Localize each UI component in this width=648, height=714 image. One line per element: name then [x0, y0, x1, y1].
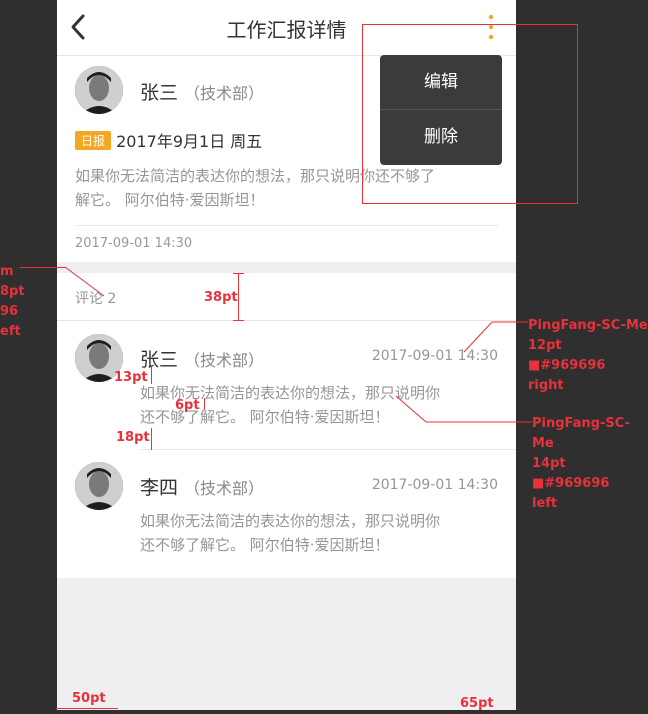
avatar — [75, 462, 123, 510]
annotation-text: ■#969696 — [532, 476, 610, 491]
annotation-text: PingFang-SC-Me — [532, 416, 630, 451]
annotation-leader — [64, 266, 105, 297]
annotation-box — [362, 24, 578, 204]
annotation-right-mid: PingFang-SC-Me 14pt ■#969696 left — [532, 414, 648, 514]
avatar-photo-icon — [75, 66, 123, 114]
post-timestamp: 2017-09-01 14:30 — [75, 236, 193, 251]
annotation-measure — [233, 273, 244, 274]
annotation-text: right — [528, 378, 564, 393]
annotation-leader — [395, 395, 532, 423]
comment-dept: （技术部） — [184, 351, 265, 370]
avatar-photo-icon — [75, 462, 123, 510]
annotation-text: 12pt — [528, 338, 562, 353]
daily-report-badge: 日报 — [75, 131, 112, 150]
comment-body-line: 如果你无法简洁的表达你的想法，那只说明你 — [140, 512, 441, 530]
annotation-right-top: PingFang-SC-Me 12pt ■#969696 right — [528, 316, 648, 396]
annotation-text: left — [532, 496, 558, 511]
annotation-leader — [20, 267, 66, 268]
annotation-text: 96 — [0, 304, 19, 319]
annotation-measure — [238, 273, 239, 321]
divider — [75, 225, 498, 226]
comment-author-line: 李四 （技术部） — [140, 473, 264, 500]
annotation-spacing: 6pt — [175, 398, 200, 413]
avatar — [75, 66, 123, 114]
comments-header: 评论 2 — [57, 273, 516, 321]
annotation-text: 14pt — [532, 456, 566, 471]
annotation-text: eft — [0, 324, 21, 339]
comment-author: 李四 — [140, 477, 179, 499]
annotation-measure — [233, 320, 244, 321]
author-name: 张三 — [140, 82, 179, 104]
annotation-text: m — [0, 264, 14, 279]
annotation-leader — [463, 321, 528, 353]
comment-author-line: 张三 （技术部） — [140, 345, 264, 372]
annotation-spacing: 38pt — [204, 290, 238, 305]
author-dept: （技术部） — [184, 84, 265, 103]
annotation-spacing: 65pt — [460, 696, 494, 711]
annotation-measure — [151, 428, 152, 450]
comment-time: 2017-09-01 14:30 — [371, 477, 498, 493]
annotation-spacing: 13pt — [114, 370, 148, 385]
comment-dept: （技术部） — [184, 479, 265, 498]
divider — [140, 449, 516, 450]
annotation-left: m 8pt 96 eft — [0, 262, 25, 342]
annotation-measure — [151, 366, 152, 384]
annotation-spacing: 18pt — [116, 430, 150, 445]
report-date: 2017年9月1日 周五 — [116, 132, 263, 151]
comment-body-line: 还不够了解它。 阿尔伯特·爱因斯坦！ — [140, 536, 390, 554]
annotation-measure — [204, 398, 205, 410]
author-line: 张三 （技术部） — [140, 78, 264, 105]
annotation-text: PingFang-SC-Me — [528, 318, 648, 333]
comment-body: 如果你无法简洁的表达你的想法，那只说明你 还不够了解它。 阿尔伯特·爱因斯坦！ — [140, 509, 440, 557]
annotation-text: ■#969696 — [528, 358, 606, 373]
comment-list: 张三 （技术部） 2017-09-01 14:30 如果你无法简洁的表达你的想法，… — [57, 321, 516, 578]
annotation-spacing: 50pt — [72, 691, 106, 706]
report-date-line: 日报 2017年9月1日 周五 — [75, 128, 262, 152]
annotation-measure — [56, 708, 118, 709]
annotation-text: 8pt — [0, 284, 25, 299]
